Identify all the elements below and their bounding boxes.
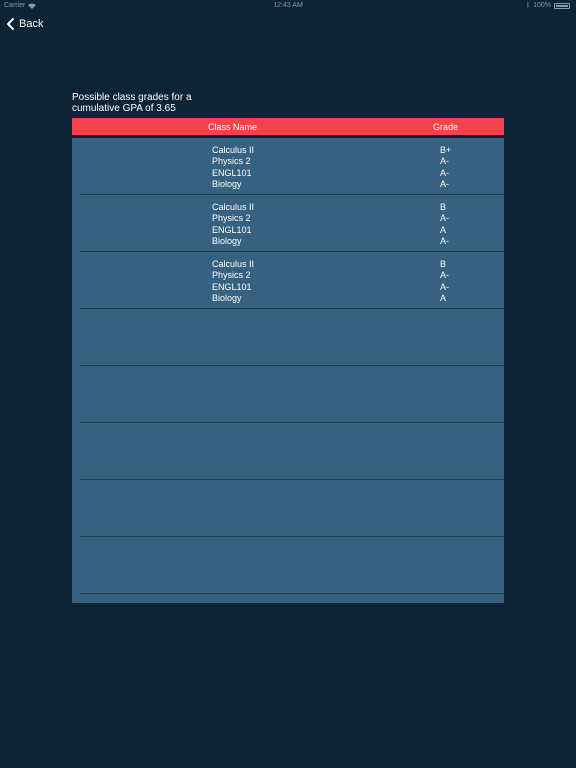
class-name-cell: Calculus II — [212, 259, 255, 269]
class-name-cell: ENGL101 — [212, 224, 252, 235]
grade-cell: A- — [440, 179, 449, 190]
table-row[interactable]: Calculus II B Physics 2 A- ENGL101 A- Biology A — [80, 252, 504, 309]
battery-icon — [554, 2, 570, 9]
header-grade: Grade — [433, 122, 459, 132]
grade-cell: A- — [440, 167, 449, 178]
grade-cell: A- — [440, 213, 449, 224]
status-time: 12:43 AM — [273, 2, 303, 9]
grade-entry: ENGL101 A — [80, 225, 504, 236]
grade-entry: Physics 2 A- — [80, 156, 504, 167]
class-name-cell: Physics 2 — [212, 270, 251, 281]
grade-cell: A- — [440, 156, 449, 167]
row-entries: Calculus II B Physics 2 A- ENGL101 A- Biology A — [80, 259, 504, 305]
back-label: Back — [19, 18, 44, 30]
back-button[interactable]: Back — [6, 14, 43, 34]
class-name-cell: Calculus II — [212, 202, 255, 212]
table-header: Class Name Grade — [72, 118, 504, 135]
table-rows: Calculus II B+ Physics 2 A- ENGL101 A- Biology… — [72, 138, 504, 594]
status-bar: Carrier 12:43 AM ᛒ 100% — [0, 0, 576, 12]
class-name-cell: Physics 2 — [212, 156, 251, 167]
grade-cell: A — [440, 293, 447, 304]
table-row[interactable]: Calculus II B+ Physics 2 A- ENGL101 A- Biology… — [80, 138, 504, 195]
row-entries: Calculus II B+ Physics 2 A- ENGL101 A- Biology… — [80, 145, 504, 191]
bluetooth-icon: ᛒ — [525, 2, 531, 9]
grade-cell: B+ — [440, 145, 452, 155]
class-name-cell: Calculus II — [212, 145, 255, 155]
grade-cell: B — [440, 202, 447, 212]
battery-percent: 100% — [533, 2, 551, 9]
table-row[interactable] — [80, 480, 504, 537]
table-row[interactable] — [80, 366, 504, 423]
table-row[interactable]: Calculus II B Physics 2 A- ENGL101 A Biology A- — [80, 195, 504, 252]
grade-cell: B — [440, 259, 447, 269]
grade-entry: Biology A- — [80, 236, 504, 247]
grade-cell: A- — [440, 236, 449, 247]
table-row[interactable] — [80, 537, 504, 594]
class-name-cell: Biology — [212, 179, 242, 190]
chevron-left-icon — [7, 18, 14, 30]
row-entries: Calculus II B Physics 2 A- ENGL101 A Biology A- — [80, 202, 504, 248]
grade-entry: Biology A- — [80, 179, 504, 190]
grade-entry: ENGL101 A- — [80, 168, 504, 179]
grade-entry: Physics 2 A- — [80, 270, 504, 281]
grade-cell: A- — [440, 270, 449, 281]
grade-entry: Calculus II B — [80, 259, 504, 270]
grade-entry: Physics 2 A- — [80, 213, 504, 224]
class-name-cell: ENGL101 — [212, 167, 252, 178]
grades-table: Class Name Grade Calculus II B+ Physics 2 A… — [72, 118, 504, 603]
class-name-cell: Biology — [212, 236, 242, 247]
class-name-cell: ENGL101 — [212, 281, 252, 292]
grade-entry: Biology A — [80, 293, 504, 304]
grade-cell: A — [440, 224, 447, 235]
grade-cell: A- — [440, 281, 449, 292]
class-name-cell: Biology — [212, 293, 242, 304]
header-class-name: Class Name — [208, 122, 258, 132]
grade-entry: Calculus II B+ — [80, 145, 504, 156]
grade-entry: Calculus II B — [80, 202, 504, 213]
grade-entry: ENGL101 A- — [80, 282, 504, 293]
gpa-description: Possible class grades for a cumulative G… — [72, 92, 192, 114]
class-name-cell: Physics 2 — [212, 213, 251, 224]
status-right: ᛒ 100% — [526, 2, 570, 9]
table-row[interactable] — [80, 309, 504, 366]
table-row[interactable] — [80, 423, 504, 480]
